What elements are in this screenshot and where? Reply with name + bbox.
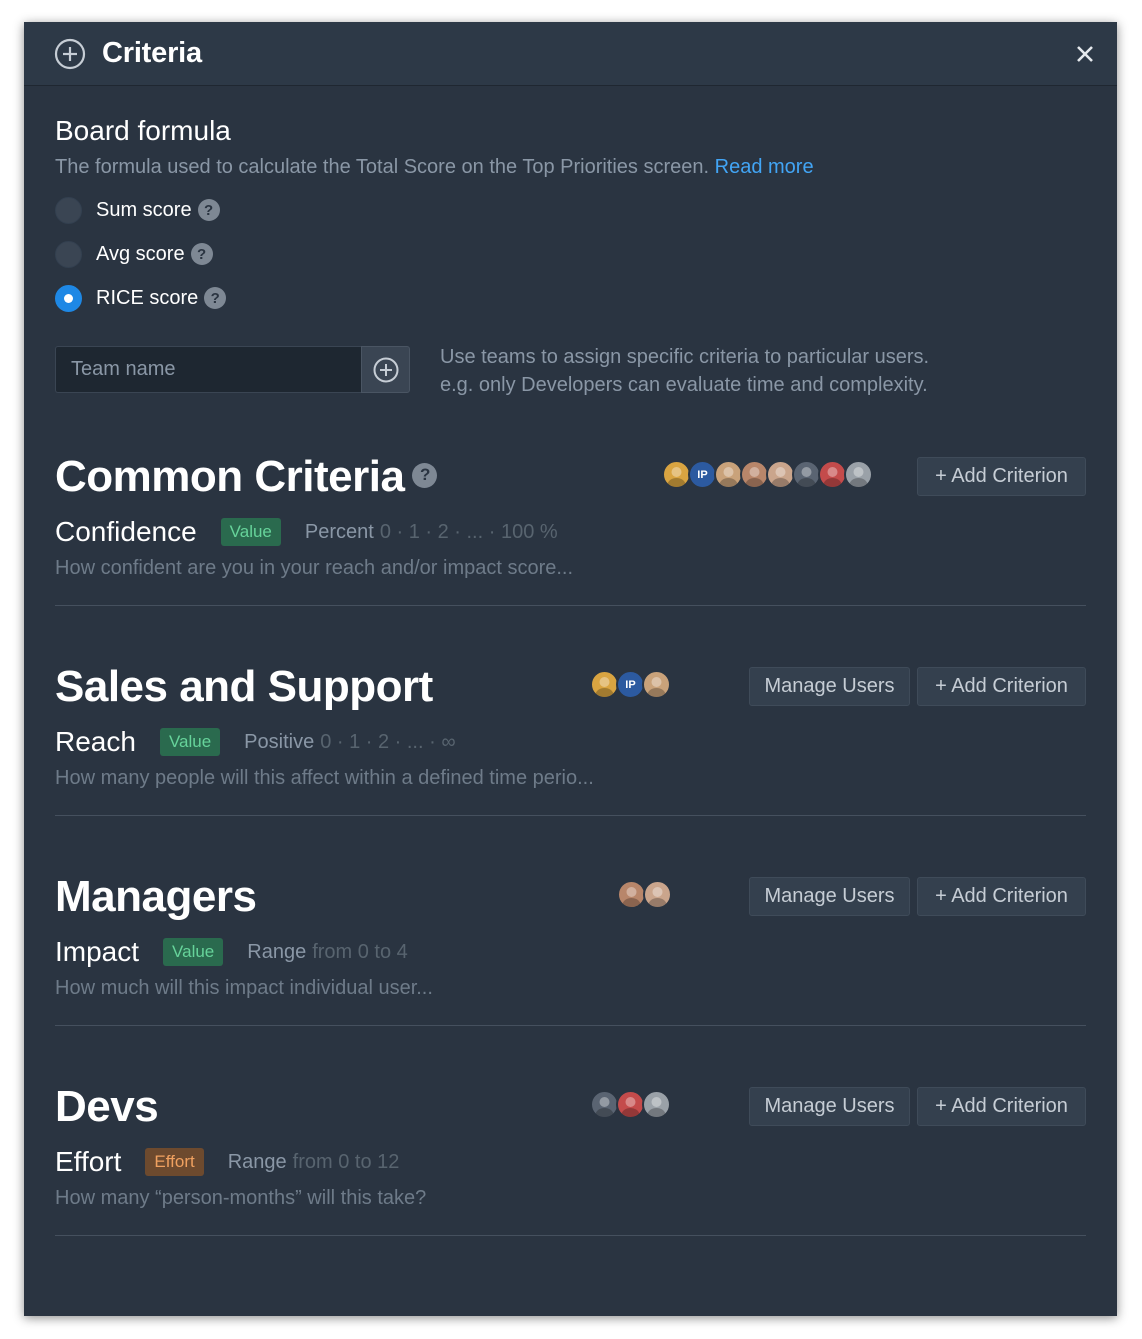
criterion-name[interactable]: Reach	[55, 725, 136, 759]
add-team-button[interactable]	[361, 346, 410, 393]
team-hint: Use teams to assign specific criteria to…	[440, 343, 1000, 399]
radio-option-sum[interactable]: Sum score ?	[55, 188, 1085, 232]
add-criterion-button[interactable]: + Add Criterion	[917, 877, 1086, 916]
manage-users-button[interactable]: Manage Users	[749, 877, 910, 916]
team-name-input[interactable]	[55, 346, 361, 393]
avatar[interactable]	[740, 460, 769, 489]
criterion-description: How many people will this affect within …	[55, 767, 594, 789]
avatar[interactable]	[616, 1090, 645, 1119]
avatar[interactable]	[642, 1090, 671, 1119]
add-circle-icon	[54, 38, 86, 70]
group-title-text: Common Criteria	[55, 452, 405, 501]
criterion-range: 0 · 1 · 2 · ... · ∞	[320, 730, 456, 753]
criterion-row[interactable]: Reach Value Positive 0 · 1 · 2 · ... · ∞	[55, 725, 456, 759]
manage-users-button[interactable]: Manage Users	[749, 1087, 910, 1126]
avatar[interactable]	[617, 880, 646, 909]
add-criterion-button[interactable]: + Add Criterion	[917, 667, 1086, 706]
criterion-row[interactable]: Confidence Value Percent 0 · 1 · 2 · ...…	[55, 515, 558, 549]
criterion-name[interactable]: Impact	[55, 935, 139, 969]
help-icon[interactable]: ?	[190, 243, 213, 265]
team-hint-line2: e.g. only Developers can evaluate time a…	[440, 374, 928, 396]
criteria-modal: Criteria Board formula The formula used …	[24, 22, 1117, 1316]
criterion-range: from 0 to 12	[292, 1150, 400, 1173]
team-row: Use teams to assign specific criteria to…	[55, 346, 1000, 399]
criterion-type: Percent	[304, 520, 374, 543]
avatar[interactable]	[714, 460, 743, 489]
criterion-description: How much will this impact individual use…	[55, 977, 433, 999]
modal-header: Criteria	[24, 22, 1117, 86]
formula-radio-group: Sum score ? Avg score ? RICE score ?	[55, 188, 1085, 320]
help-icon[interactable]: ?	[412, 462, 438, 488]
board-formula-heading: Board formula	[55, 115, 231, 146]
avatar[interactable]	[844, 460, 873, 489]
avatar[interactable]	[590, 670, 619, 699]
avatar[interactable]: IP	[616, 670, 645, 699]
group-title: Managers	[55, 872, 257, 921]
criterion-name[interactable]: Confidence	[55, 515, 197, 549]
rice-score-radio[interactable]	[55, 284, 82, 312]
avatar[interactable]	[643, 880, 672, 909]
manage-users-button[interactable]: Manage Users	[749, 667, 910, 706]
radio-option-rice[interactable]: RICE score ?	[55, 276, 1085, 320]
avatar-stack[interactable]	[590, 1090, 671, 1119]
criterion-row[interactable]: Impact Value Range from 0 to 4	[55, 935, 408, 969]
criterion-type: Range	[247, 940, 307, 963]
value-badge: Value	[159, 728, 221, 756]
value-badge: Value	[220, 518, 281, 546]
avatar-stack[interactable]	[617, 880, 672, 909]
avatar[interactable]	[590, 1090, 619, 1119]
help-icon[interactable]: ?	[197, 199, 220, 221]
board-formula-description: The formula used to calculate the Total …	[55, 154, 1085, 180]
value-badge: Value	[163, 938, 224, 966]
avatar[interactable]	[642, 670, 671, 699]
group-title: Common Criteria?	[55, 452, 438, 502]
avg-score-label[interactable]: Avg score	[96, 243, 185, 266]
sum-score-radio[interactable]	[55, 196, 82, 224]
criterion-description: How many “person-months” will this take?	[55, 1187, 427, 1209]
criteria-group-devs: Devs Manage Users + Add Criterion Effort…	[55, 1082, 1086, 1236]
avatar[interactable]	[662, 460, 691, 489]
criterion-type: Positive	[244, 730, 315, 753]
help-icon[interactable]: ?	[204, 287, 227, 309]
criterion-type: Range	[227, 1150, 287, 1173]
avatar[interactable]	[766, 460, 795, 489]
add-criterion-button[interactable]: + Add Criterion	[917, 457, 1086, 496]
group-title: Sales and Support	[55, 662, 433, 711]
radio-option-avg[interactable]: Avg score ?	[55, 232, 1085, 276]
criteria-group-managers: Managers Manage Users + Add Criterion Im…	[55, 872, 1086, 1026]
add-circle-icon	[373, 357, 398, 382]
add-criterion-button[interactable]: + Add Criterion	[917, 1087, 1086, 1126]
group-title: Devs	[55, 1082, 159, 1131]
avatar[interactable]: IP	[688, 460, 717, 489]
criteria-group-common: Common Criteria? IP + Add Criterion Conf…	[55, 452, 1086, 606]
criteria-group-sales-support: Sales and Support IP Manage Users + Add …	[55, 662, 1086, 816]
criterion-name[interactable]: Effort	[55, 1145, 121, 1179]
rice-score-label[interactable]: RICE score	[96, 287, 198, 310]
read-more-link[interactable]: Read more	[715, 156, 814, 178]
criterion-description: How confident are you in your reach and/…	[55, 557, 574, 579]
criterion-row[interactable]: Effort Effort Range from 0 to 12	[55, 1145, 399, 1179]
team-hint-line1: Use teams to assign specific criteria to…	[440, 346, 930, 368]
avatar-stack[interactable]: IP	[590, 670, 671, 699]
board-formula-section: Board formula The formula used to calcul…	[55, 114, 1085, 320]
board-formula-description-text: The formula used to calculate the Total …	[55, 156, 710, 178]
criterion-range: from 0 to 4	[312, 940, 408, 963]
criterion-range: 0 · 1 · 2 · ... · 100 %	[379, 520, 558, 543]
avatar-stack[interactable]: IP	[662, 460, 873, 489]
modal-title: Criteria	[102, 37, 202, 69]
effort-badge: Effort	[145, 1148, 204, 1176]
avatar[interactable]	[792, 460, 821, 489]
avg-score-radio[interactable]	[55, 240, 82, 268]
close-icon[interactable]	[1071, 40, 1099, 68]
sum-score-label[interactable]: Sum score	[96, 199, 192, 222]
avatar[interactable]	[818, 460, 847, 489]
